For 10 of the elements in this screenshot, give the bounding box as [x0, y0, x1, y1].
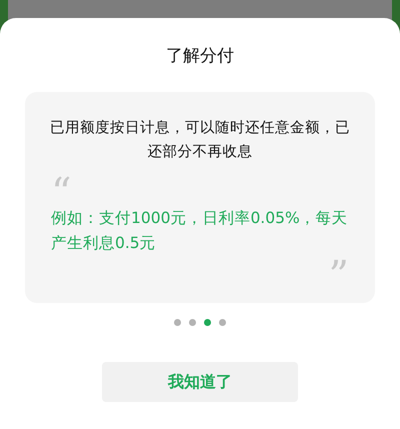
dialog-title: 了解分付 — [166, 45, 234, 68]
page-dot[interactable] — [174, 318, 181, 326]
page-dot[interactable] — [219, 318, 226, 326]
ok-button[interactable]: 我知道了 — [102, 362, 298, 402]
description-text: 已用额度按日计息，可以随时还任意金额，已还部分不再收息 — [49, 118, 351, 162]
open-quote-mark: “ — [51, 173, 72, 200]
example-text: 例如：支付1000元，日利率0.05%，每天产生利息0.5元 — [50, 208, 349, 254]
close-quote-mark: ” — [328, 256, 349, 282]
page-dot[interactable] — [189, 318, 196, 326]
page-dot[interactable] — [204, 318, 211, 326]
